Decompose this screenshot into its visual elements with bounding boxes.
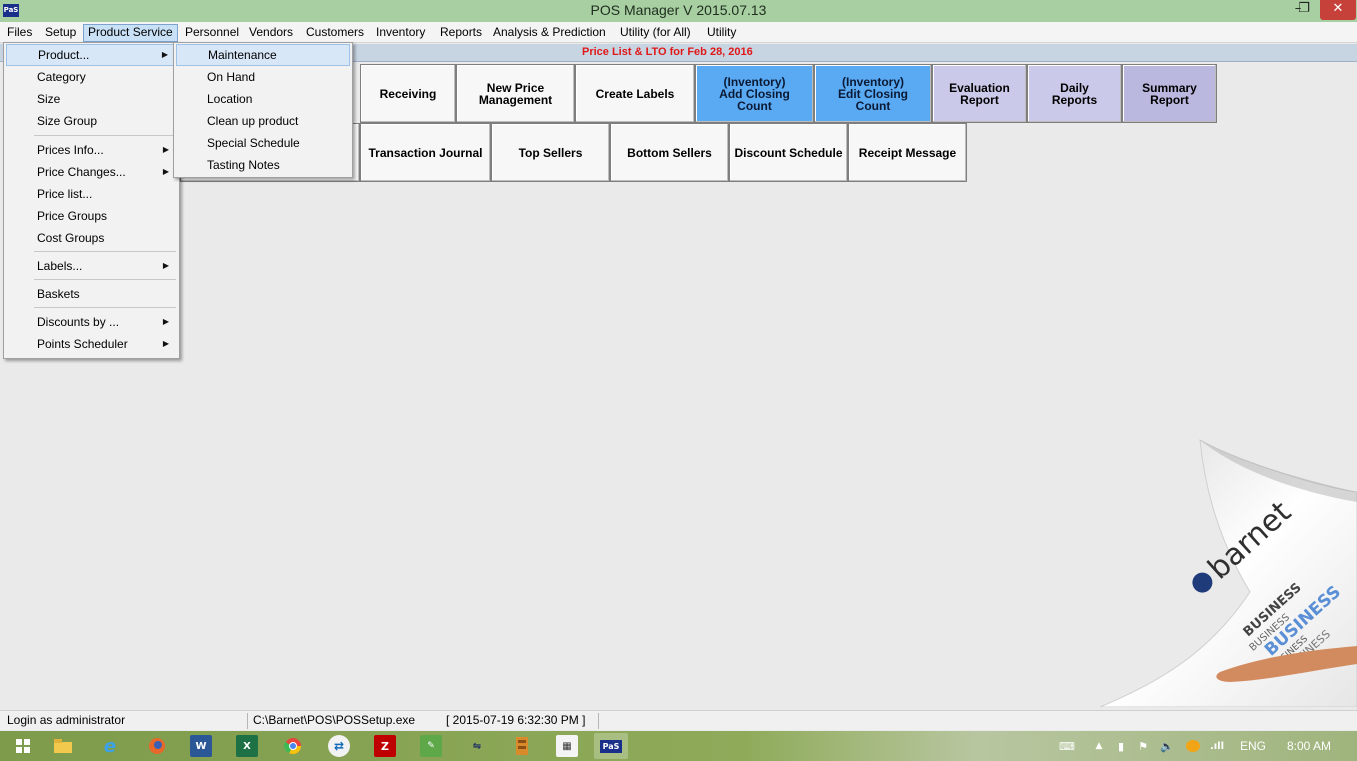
- new-price-management-button[interactable]: New Price Management: [456, 64, 575, 123]
- app-window: PaS POS Manager V 2015.07.13 – ❐ ✕ Files…: [0, 0, 1357, 761]
- submenu-item-clean-up-product[interactable]: Clean up product: [176, 110, 350, 132]
- menu-reports[interactable]: Reports: [436, 24, 486, 42]
- transaction-journal-button[interactable]: Transaction Journal: [360, 123, 491, 182]
- barnet-logo-art: barnet BUSINESS BUSINESS BUSINESS BUSINE…: [1100, 439, 1357, 707]
- menu-vendors[interactable]: Vendors: [245, 24, 297, 42]
- file-explorer-icon[interactable]: [52, 735, 74, 757]
- add-closing-count-button[interactable]: (Inventory) Add Closing Count: [695, 64, 814, 123]
- start-icon[interactable]: [12, 735, 34, 757]
- power-icon[interactable]: ▮: [1110, 735, 1132, 757]
- menu-inventory[interactable]: Inventory: [372, 24, 429, 42]
- pos-icon[interactable]: PaS: [594, 733, 628, 759]
- menu-separator: [34, 307, 176, 308]
- excel-icon[interactable]: X: [236, 735, 258, 757]
- teamviewer-icon[interactable]: ⇄: [328, 735, 350, 757]
- status-path: C:\Barnet\POS\POSSetup.exe: [253, 713, 416, 727]
- menu-product-service[interactable]: Product Service: [83, 24, 178, 42]
- status-bar: Login as administrator C:\Barnet\POS\POS…: [0, 710, 1357, 730]
- receiving-button[interactable]: Receiving: [360, 64, 456, 123]
- pos-taskbar-label: PaS: [599, 739, 623, 753]
- maximize-button[interactable]: ❐: [1291, 0, 1317, 20]
- chrome-icon[interactable]: [282, 735, 304, 757]
- status-login: Login as administrator: [7, 713, 126, 727]
- create-labels-button[interactable]: Create Labels: [575, 64, 695, 123]
- submenu-arrow-icon: ▶: [162, 167, 169, 176]
- word-icon[interactable]: W: [190, 735, 212, 757]
- menu-setup[interactable]: Setup: [41, 24, 80, 42]
- menu-item-product[interactable]: Product... ▶: [6, 44, 177, 66]
- taskbar: e W X ⇄ Z ✎ ⇋ ▦ PaS ⌨ ▲ ▮ ⚑ 🔈 .ıll ENG 8…: [0, 731, 1357, 761]
- submenu-item-on-hand[interactable]: On Hand: [176, 66, 350, 88]
- language-indicator[interactable]: ENG: [1240, 739, 1266, 753]
- menu-item-size[interactable]: Size: [6, 88, 177, 110]
- discount-schedule-button[interactable]: Discount Schedule: [729, 123, 848, 182]
- menu-personnel[interactable]: Personnel: [181, 24, 243, 42]
- keyboard-icon[interactable]: ⌨: [1056, 735, 1078, 757]
- status-timestamp: [ 2015-07-19 6:32:30 PM ]: [446, 713, 586, 727]
- daily-reports-button[interactable]: Daily Reports: [1027, 64, 1122, 123]
- bottom-sellers-button[interactable]: Bottom Sellers: [610, 123, 729, 182]
- volume-icon[interactable]: 🔈: [1156, 735, 1178, 757]
- submenu-item-special-schedule[interactable]: Special Schedule: [176, 132, 350, 154]
- menu-item-prices-info[interactable]: Prices Info... ▶: [6, 139, 177, 161]
- submenu-item-location[interactable]: Location: [176, 88, 350, 110]
- archive-icon[interactable]: [511, 735, 533, 757]
- submenu-item-maintenance[interactable]: Maintenance: [176, 44, 350, 66]
- menu-item-cost-groups[interactable]: Cost Groups: [6, 227, 177, 249]
- signal-icon[interactable]: .ıll: [1206, 735, 1228, 757]
- internet-explorer-icon[interactable]: e: [99, 735, 121, 757]
- calculator-icon[interactable]: ▦: [556, 735, 578, 757]
- flag-icon[interactable]: ⚑: [1132, 735, 1154, 757]
- edit-closing-count-button[interactable]: (Inventory) Edit Closing Count: [814, 64, 932, 123]
- submenu-arrow-icon: ▶: [162, 339, 169, 348]
- menu-item-labels[interactable]: Labels... ▶: [6, 255, 177, 277]
- menu-analysis-prediction[interactable]: Analysis & Prediction: [489, 24, 610, 42]
- submenu-arrow-icon: ▶: [162, 145, 169, 154]
- menu-utility[interactable]: Utility: [703, 24, 740, 42]
- menu-item-points-scheduler[interactable]: Points Scheduler ▶: [6, 333, 177, 355]
- price-list-text[interactable]: Price List & LTO for Feb 28, 2016: [582, 46, 753, 58]
- top-sellers-button[interactable]: Top Sellers: [491, 123, 610, 182]
- menu-separator: [34, 279, 176, 280]
- receipt-message-button[interactable]: Receipt Message: [848, 123, 967, 182]
- menu-separator: [34, 135, 176, 136]
- submenu-item-tasting-notes[interactable]: Tasting Notes: [176, 154, 350, 176]
- clock[interactable]: 8:00 AM: [1287, 739, 1331, 753]
- notepad-icon[interactable]: ✎: [420, 735, 442, 757]
- evaluation-report-button[interactable]: Evaluation Report: [932, 64, 1027, 123]
- title-bar: PaS POS Manager V 2015.07.13 – ❐ ✕: [0, 0, 1357, 22]
- menu-utility-for-all[interactable]: Utility (for All): [616, 24, 695, 42]
- menu-item-price-changes[interactable]: Price Changes... ▶: [6, 161, 177, 183]
- menu-item-discounts-by[interactable]: Discounts by ... ▶: [6, 311, 177, 333]
- status-divider: [247, 713, 248, 729]
- submenu-arrow-icon: ▶: [161, 50, 168, 59]
- menu-customers[interactable]: Customers: [302, 24, 368, 42]
- security-shield-icon[interactable]: [1182, 735, 1204, 757]
- summary-report-button[interactable]: Summary Report: [1122, 64, 1217, 123]
- submenu-arrow-icon: ▶: [162, 317, 169, 326]
- submenu-arrow-icon: ▶: [162, 261, 169, 270]
- close-button[interactable]: ✕: [1320, 0, 1356, 20]
- product-submenu: Maintenance On Hand Location Clean up pr…: [173, 42, 353, 178]
- filezilla-icon[interactable]: Z: [374, 735, 396, 757]
- firefox-icon[interactable]: [146, 735, 168, 757]
- menu-separator: [34, 251, 176, 252]
- menu-bar: Files Setup Product Service Personnel Ve…: [0, 22, 1357, 43]
- status-divider: [598, 713, 599, 729]
- window-title: POS Manager V 2015.07.13: [590, 2, 767, 18]
- menu-item-category[interactable]: Category: [6, 66, 177, 88]
- network-icon[interactable]: ⇋: [466, 735, 488, 757]
- tray-expand-icon[interactable]: ▲: [1088, 735, 1110, 757]
- menu-item-price-groups[interactable]: Price Groups: [6, 205, 177, 227]
- menu-files[interactable]: Files: [3, 24, 36, 42]
- menu-item-size-group[interactable]: Size Group: [6, 110, 177, 132]
- product-service-menu: Product... ▶ Category Size Size Group Pri…: [3, 42, 180, 359]
- menu-item-baskets[interactable]: Baskets: [6, 283, 177, 305]
- menu-item-price-list[interactable]: Price list...: [6, 183, 177, 205]
